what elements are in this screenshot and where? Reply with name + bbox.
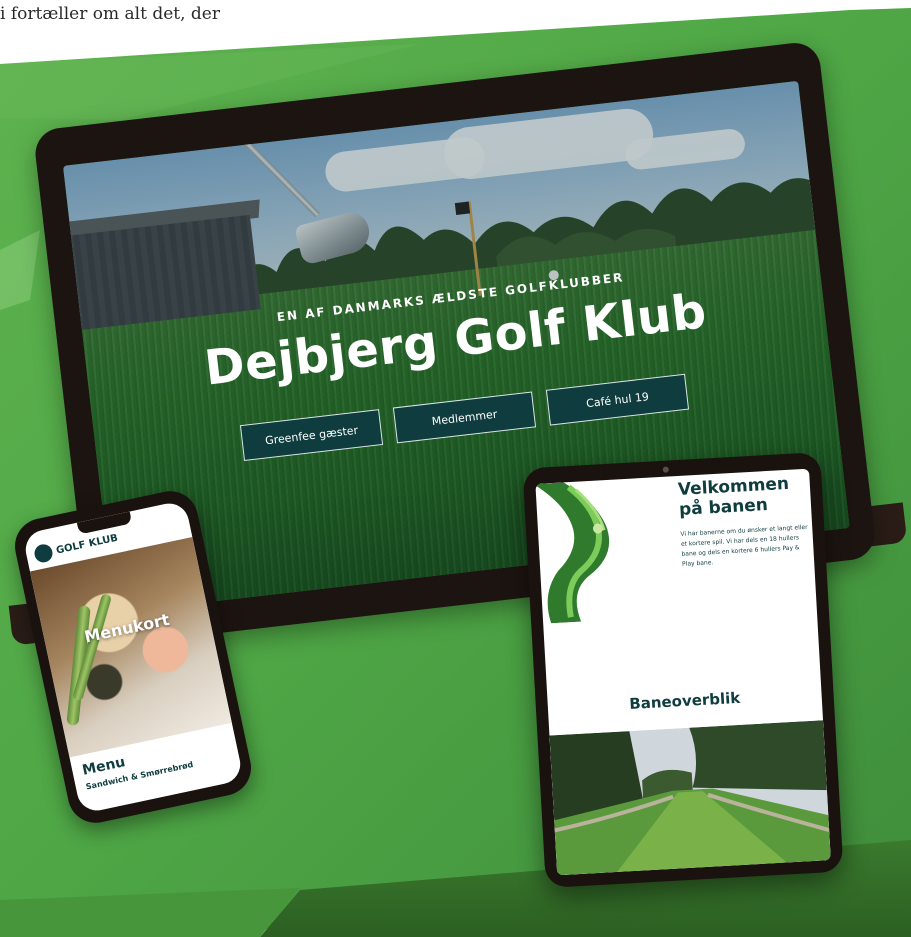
tablet-mockup: Velkommen på banen Vi har banerne om du … [522, 452, 844, 888]
phone-brand: GOLF KLUB [55, 532, 119, 557]
poster-caption: i fortæller om alt det, der [0, 4, 220, 24]
tablet-camera [662, 466, 669, 473]
club-logo-icon[interactable] [32, 542, 55, 565]
course-overview-heading: Baneoverblik [628, 688, 741, 714]
tablet-intro-text: Vi har banerne om du ønsker et langt ell… [680, 523, 808, 568]
tablet-screen: Velkommen på banen Vi har banerne om du … [535, 468, 831, 876]
promo-poster: i fortæller om alt det, der EN AF DANMAR… [0, 0, 911, 937]
fairway-photo [549, 720, 831, 876]
course-map-illustration [535, 482, 610, 624]
tablet-welcome-title: Velkommen på banen [677, 473, 790, 520]
